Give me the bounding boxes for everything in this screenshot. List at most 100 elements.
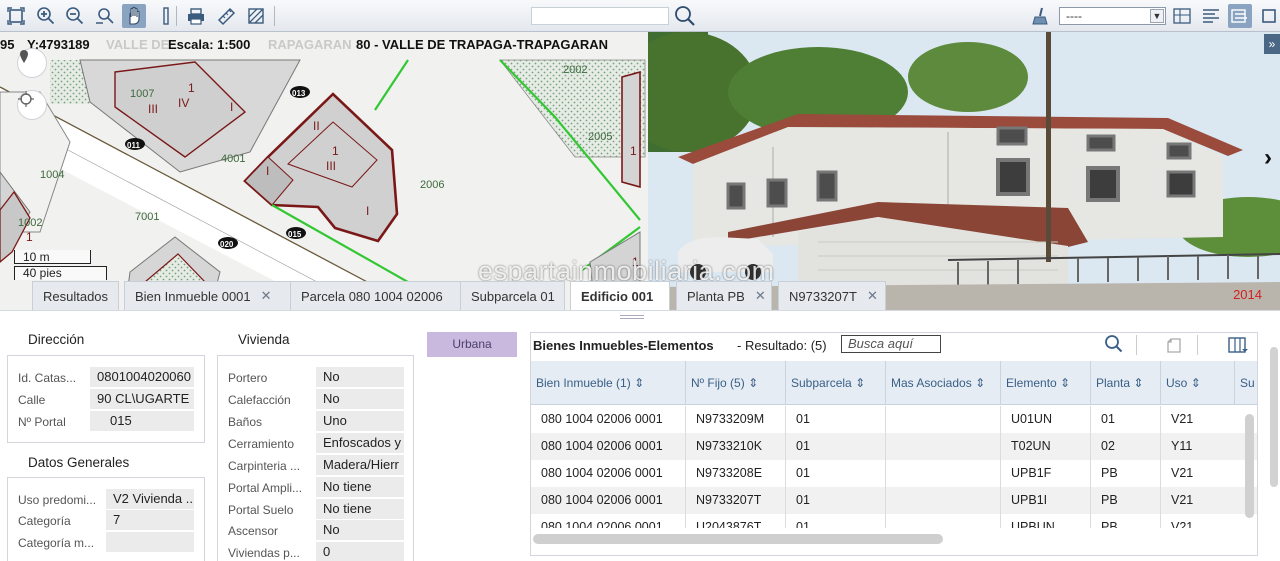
- collapse-panel-button[interactable]: »: [1264, 34, 1280, 54]
- tab-label: Bien Inmueble 0001: [135, 288, 251, 304]
- tab-subparcela[interactable]: Subparcela 01: [460, 281, 565, 310]
- ghost-text: RAPAGARAN: [268, 37, 352, 52]
- column-header[interactable]: Nº Fijo (5) ⇕: [686, 361, 786, 405]
- cell-elemento: U01UN: [1011, 412, 1052, 426]
- field-value: V2 Vivienda ...: [106, 489, 194, 509]
- zoom-out-icon[interactable]: [63, 4, 87, 28]
- measure-icon[interactable]: [214, 4, 238, 28]
- close-icon[interactable]: ✕: [867, 288, 878, 304]
- floor-label: 1: [630, 144, 637, 158]
- sort-icon: ⇕: [975, 376, 986, 390]
- field-ascensor: Ascensor No: [218, 520, 413, 540]
- grid-header: Bienes Inmuebles-Elementos - Resultado: …: [531, 333, 1257, 359]
- fullscreen-icon[interactable]: [1258, 4, 1280, 28]
- pan-hand-icon[interactable]: [122, 4, 146, 28]
- field-value: No: [316, 367, 404, 387]
- field-label: Baños: [228, 415, 263, 429]
- column-label: Subparcela: [791, 376, 852, 390]
- field-carpinteria: Carpinteria ... Madera/Hierr: [218, 455, 413, 475]
- ruler-icon[interactable]: [154, 4, 178, 28]
- cell-n-fijo: N9733210K: [696, 439, 763, 453]
- field-label: Ascensor: [228, 524, 279, 538]
- copy-icon[interactable]: [1165, 336, 1185, 359]
- column-header[interactable]: Uso ⇕: [1161, 361, 1235, 405]
- grid-title: Bienes Inmuebles-Elementos: [533, 338, 714, 353]
- field-value: No: [316, 389, 404, 409]
- tab-elemento[interactable]: N9733207T ✕: [778, 281, 886, 310]
- close-icon[interactable]: ✕: [261, 288, 272, 304]
- column-header[interactable]: Elemento ⇕: [1001, 361, 1091, 405]
- table-row[interactable]: 080 1004 02006 0001 N9733210K 01 T02UN 0…: [531, 433, 1257, 460]
- field-value: No tiene: [316, 477, 404, 497]
- vivienda-title: Vivienda: [235, 332, 293, 347]
- cell-n-fijo: N9733208E: [696, 466, 763, 480]
- table-row[interactable]: 080 1004 02006 0001 N9733207T 01 UPB1I P…: [531, 487, 1257, 514]
- field-label: Categoría m...: [18, 536, 95, 550]
- cell-bien-inmueble: 080 1004 02006 0001: [541, 493, 663, 507]
- legend-icon[interactable]: [1228, 4, 1252, 28]
- scale-feet: 40 pies: [23, 266, 62, 280]
- column-header[interactable]: Mas Asociados ⇕: [886, 361, 1001, 405]
- direccion-title: Dirección: [25, 332, 88, 347]
- column-header[interactable]: Su: [1235, 361, 1257, 405]
- cell-subparcela: 01: [796, 466, 810, 480]
- street-number: 015: [288, 230, 302, 239]
- table-row[interactable]: 080 1004 02006 0001 U2043876T 01 UPBUN P…: [531, 514, 1257, 528]
- column-label: Mas Asociados: [891, 376, 972, 390]
- print-icon[interactable]: [184, 4, 208, 28]
- cell-mas-asociados: [886, 433, 896, 460]
- columns-icon[interactable]: [1227, 335, 1249, 358]
- broom-icon[interactable]: [1028, 4, 1052, 28]
- search-icon[interactable]: [1104, 334, 1124, 357]
- search-input[interactable]: [531, 7, 669, 25]
- cell-elemento: UPB1I: [1011, 493, 1048, 507]
- sort-icon: ⇕: [748, 376, 759, 390]
- tab-bien-inmueble[interactable]: Bien Inmueble 0001 ✕: [124, 281, 317, 310]
- street-number: 011: [127, 141, 140, 150]
- hatch-icon[interactable]: [244, 4, 268, 28]
- municipality-label: 80 - VALLE DE TRAPAGA-TRAPAGARAN: [356, 37, 609, 52]
- tab-planta[interactable]: Planta PB ✕: [676, 281, 772, 310]
- zoom-in-icon[interactable]: [34, 4, 58, 28]
- coord-x: 95: [0, 37, 15, 52]
- column-header[interactable]: Planta ⇕: [1091, 361, 1161, 405]
- chevron-down-icon: ▼: [1150, 9, 1164, 23]
- layers-icon[interactable]: [1170, 4, 1194, 28]
- tab-resultados[interactable]: Resultados: [32, 281, 119, 310]
- cell-bien-inmueble: 080 1004 02006 0001: [541, 466, 663, 480]
- urbana-badge[interactable]: Urbana: [427, 332, 517, 357]
- locate-pin-icon[interactable]: [17, 48, 47, 78]
- column-label: Su: [1240, 376, 1255, 390]
- column-header[interactable]: Bien Inmueble (1) ⇕: [531, 361, 686, 405]
- tab-parcela[interactable]: Parcela 080 1004 02006: [290, 281, 488, 310]
- vertical-scrollbar[interactable]: [1245, 414, 1254, 518]
- list-icon[interactable]: [1199, 4, 1223, 28]
- grid-search-input[interactable]: Busca aquí: [841, 335, 941, 353]
- next-photo-icon[interactable]: ›: [1264, 144, 1280, 174]
- horizontal-scrollbar[interactable]: [533, 534, 943, 544]
- field-uso: Uso predomi... V2 Vivienda ...: [8, 489, 204, 509]
- close-icon[interactable]: ✕: [755, 288, 766, 304]
- zoom-extent-icon[interactable]: [4, 4, 28, 28]
- tab-edificio[interactable]: Edificio 001: [570, 281, 670, 311]
- catastro-viewer: ---- ▼ 1007 2002 2005 4001 2006 1004 700…: [0, 0, 1280, 561]
- grid-rows: 080 1004 02006 0001 N9733209M 01 U01UN 0…: [531, 406, 1257, 528]
- table-row[interactable]: 080 1004 02006 0001 N9733208E 01 UPB1F P…: [531, 460, 1257, 487]
- field-label: Portero: [228, 371, 268, 385]
- column-header[interactable]: Subparcela ⇕: [786, 361, 886, 405]
- search-icon[interactable]: [673, 4, 697, 28]
- page-scrollbar[interactable]: [1270, 347, 1278, 487]
- scale-meters: 10 m: [23, 250, 50, 264]
- zoom-window-icon[interactable]: [93, 4, 117, 28]
- table-row[interactable]: 080 1004 02006 0001 N9733209M 01 U01UN 0…: [531, 406, 1257, 433]
- field-value: 7: [106, 510, 194, 530]
- crosshair-icon[interactable]: [17, 90, 47, 120]
- parcel-label: 1007: [130, 88, 154, 100]
- resize-grip[interactable]: [620, 315, 644, 319]
- parcel-label: 4001: [221, 153, 245, 165]
- column-label: Uso: [1166, 376, 1188, 390]
- cell-mas-asociados: [886, 514, 896, 528]
- layer-select[interactable]: ---- ▼: [1059, 7, 1166, 25]
- cell-planta: PB: [1101, 493, 1118, 507]
- field-label: Uso predomi...: [18, 493, 97, 507]
